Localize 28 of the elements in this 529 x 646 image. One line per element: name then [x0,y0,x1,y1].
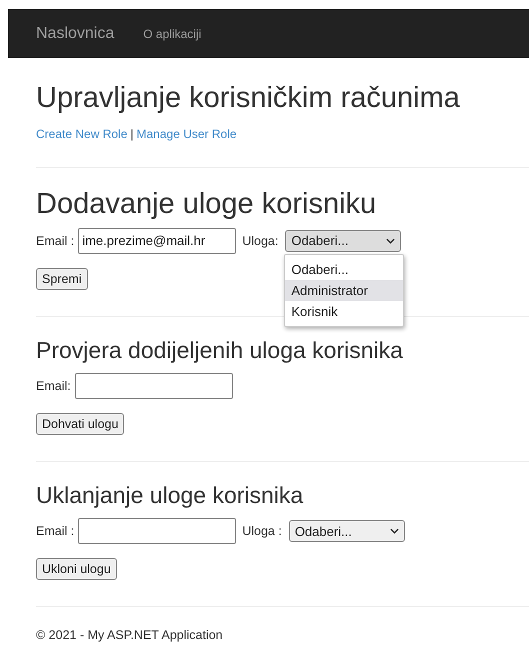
field-label: Uloga : [242,524,282,538]
section-heading: Dodavanje uloge korisniku [36,188,378,221]
email-field[interactable]: ime.prezime@mail.hr [78,228,236,254]
field-label: Email: [36,379,71,394]
chevron-icon [390,528,399,534]
separator: | [130,126,134,141]
field-label: Email : [36,234,74,248]
email-field[interactable] [78,518,236,544]
submit-button[interactable]: Spremi [36,268,88,290]
brand-link[interactable]: Naslovnica [36,24,114,42]
role-dropdown[interactable]: Odaberi... [288,520,405,542]
page-link[interactable]: Manage User Role [136,126,237,141]
dropdown-option[interactable]: Odaberi... [285,258,404,280]
submit-button[interactable]: Dohvati ulogu [36,413,124,436]
nav-link[interactable]: O aplikaciji [143,26,202,40]
field-label: Email : [36,524,74,538]
dropdown-option[interactable]: Korisnik [285,300,404,322]
field-label: Uloga: [242,234,278,248]
page-title: Upravljanje korisničkim računima [36,83,461,115]
section-heading: Provjera dodijeljenih uloga korisnika [36,338,404,364]
chevron-icon [386,238,396,244]
section-heading: Uklanjanje uloge korisnika [36,483,304,508]
role-dropdown[interactable]: Odaberi... [285,230,402,252]
submit-button[interactable]: Ukloni ulogu [36,558,117,580]
footer-text: © 2021 - My ASP.NET Application [36,628,224,642]
dropdown-option[interactable]: Administrator [285,280,404,301]
page-link[interactable]: Create New Role [36,126,128,141]
email-field[interactable] [74,373,233,400]
